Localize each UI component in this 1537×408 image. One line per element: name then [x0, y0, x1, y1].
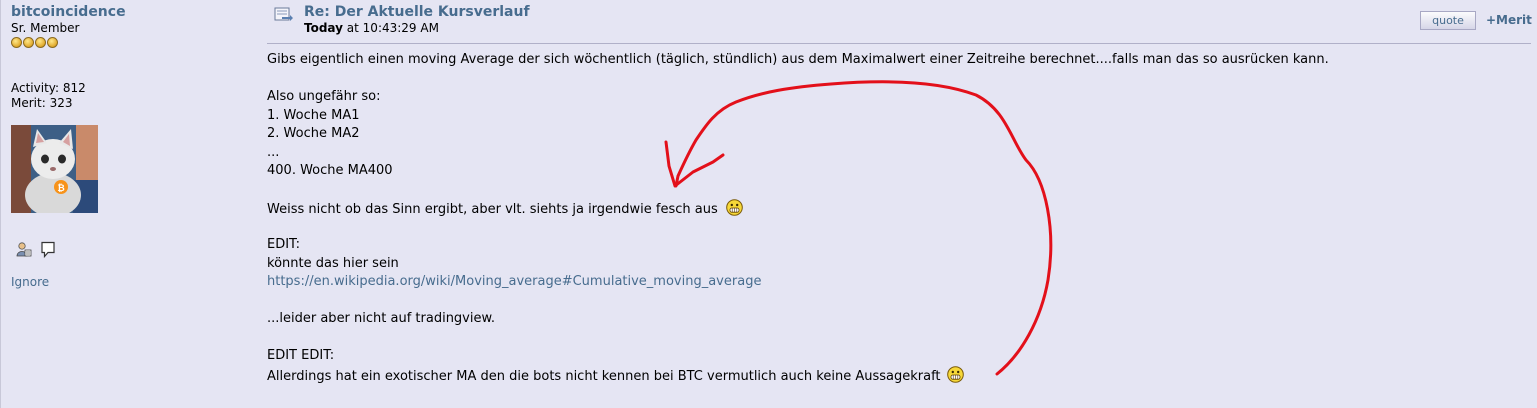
star-icon: [11, 37, 22, 48]
body-text-fragment: Weiss nicht ob das Sinn ergibt, aber vlt…: [267, 202, 718, 217]
body-line: ...: [267, 144, 280, 160]
poster-stats: Activity: 812 Merit: 323: [11, 81, 86, 111]
poster-name-link[interactable]: bitcoincidence: [11, 4, 241, 21]
rank-stars: [11, 37, 241, 49]
poster-info: bitcoincidence Sr. Member Activity: 812 …: [11, 4, 241, 289]
body-line: Allerdings hat ein exotischer MA den die…: [267, 365, 1527, 385]
message-icon[interactable]: [40, 241, 56, 262]
activity-stat: Activity: 812: [11, 81, 86, 95]
body-line: 1. Woche MA1: [267, 107, 360, 123]
wikipedia-link[interactable]: https://en.wikipedia.org/wiki/Moving_ave…: [267, 274, 761, 289]
post-body: Gibs eigentlich einen moving Average der…: [267, 51, 1527, 384]
body-line: EDIT EDIT:: [267, 348, 335, 363]
merit-stat: Merit: 323: [11, 96, 73, 110]
body-line: Also ungefähr so:: [267, 89, 381, 104]
post-subject-link[interactable]: Re: Der Aktuelle Kursverlauf: [304, 4, 530, 20]
body-text-fragment: Allerdings hat ein exotischer MA den die…: [267, 368, 941, 384]
forum-post: bitcoincidence Sr. Member Activity: 812 …: [0, 0, 1537, 408]
body-line: 2. Woche MA2: [267, 126, 360, 141]
poster-rank: Sr. Member: [11, 21, 80, 35]
body-line: 400. Woche MA400: [267, 163, 393, 178]
body-line: Gibs eigentlich einen moving Average der…: [267, 52, 1329, 67]
post-date-day: Today: [304, 21, 343, 35]
header-divider: [267, 43, 1531, 44]
grin-smiley-icon: [725, 199, 743, 223]
body-line: könnte das hier sein: [267, 255, 399, 271]
body-line: Weiss nicht ob das Sinn ergibt, aber vlt…: [267, 199, 1527, 218]
star-icon: [35, 37, 46, 48]
post-date: Today at 10:43:29 AM: [304, 21, 439, 35]
avatar: ₿: [11, 125, 98, 213]
profile-icons: [16, 241, 56, 262]
quote-button[interactable]: quote: [1420, 11, 1476, 30]
star-icon: [47, 37, 58, 48]
star-icon: [23, 37, 34, 48]
body-line: EDIT:: [267, 237, 300, 252]
post-date-time: at 10:43:29 AM: [342, 21, 439, 35]
grin-smiley-icon: [946, 365, 964, 390]
merit-button[interactable]: +Merit: [1486, 13, 1532, 27]
ignore-link[interactable]: Ignore: [11, 275, 49, 289]
body-line: ...leider aber nicht auf tradingview.: [267, 311, 496, 326]
profile-icon[interactable]: [16, 241, 32, 262]
post-icon: [274, 7, 294, 23]
svg-text:₿: ₿: [57, 183, 64, 194]
